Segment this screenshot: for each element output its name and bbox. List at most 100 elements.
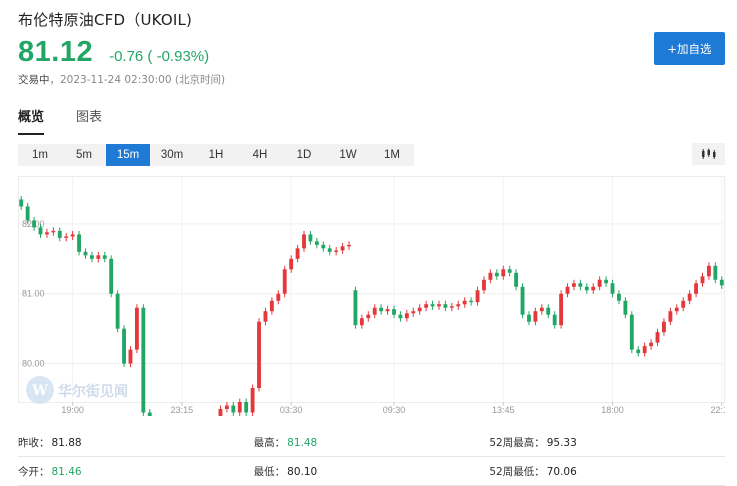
candle (501, 269, 506, 277)
candle (494, 272, 499, 277)
stat-high: 最高： 81.48 (253, 436, 318, 449)
candle (57, 230, 62, 238)
price-chart[interactable]: 82.0081.0080.0079.0019:0023:1503:3009:30… (18, 176, 733, 444)
tab-overview[interactable]: 概览 (18, 106, 45, 135)
range-15m[interactable]: 15m (106, 144, 150, 166)
candle (96, 255, 101, 259)
tab-chart[interactable]: 图表 (76, 106, 102, 135)
candle (482, 279, 486, 291)
range-4h[interactable]: 4H (238, 144, 282, 166)
x-tick-label: 22:15 (711, 405, 725, 415)
stat-low: 最低： 80.10 (253, 465, 318, 478)
candle (488, 272, 493, 280)
candle (224, 405, 229, 409)
range-1w[interactable]: 1W (326, 144, 370, 166)
candle (655, 332, 660, 343)
page-title: 布伦特原油CFD（UKOIL) (18, 11, 193, 29)
range-5m[interactable]: 5m (62, 144, 106, 166)
watermark-letter: W (31, 383, 48, 399)
view-tabs: 概览 图表 (18, 106, 134, 135)
candle (597, 279, 602, 287)
candle (276, 293, 281, 301)
candle (237, 402, 242, 413)
candle (443, 304, 448, 308)
candle (411, 311, 416, 314)
candle (44, 232, 49, 235)
candle (507, 269, 512, 273)
x-tick-label: 18:00 (601, 405, 624, 415)
y-tick-label: 81.00 (22, 289, 45, 299)
candlestick-icon (701, 148, 715, 159)
add-to-watchlist-button[interactable]: +加自选 (654, 32, 725, 65)
x-tick-label: 19:00 (61, 405, 84, 415)
candle (231, 405, 236, 413)
quote-timestamp: ，2023-11-24 02:30:00 (北京时间) (49, 74, 226, 86)
candle (38, 227, 43, 235)
candle (674, 307, 679, 312)
candle (122, 328, 126, 364)
candle (51, 230, 56, 233)
candle (559, 293, 564, 326)
candle (359, 318, 364, 326)
candle (19, 199, 24, 207)
candle (89, 255, 94, 259)
candle (347, 244, 351, 247)
range-1h[interactable]: 1H (194, 144, 238, 166)
candle (707, 265, 711, 277)
candle (610, 283, 615, 294)
range-1mo[interactable]: 1M (370, 144, 414, 166)
candle (687, 293, 692, 301)
candle (269, 300, 274, 312)
candle (257, 321, 261, 389)
candle (527, 314, 531, 322)
candle (475, 290, 480, 303)
candle (533, 311, 538, 322)
candle (449, 306, 454, 308)
candle (469, 300, 474, 303)
candle (327, 248, 332, 252)
x-tick-label: 09:30 (383, 405, 406, 415)
x-tick-label: 13:45 (492, 405, 515, 415)
candle (141, 307, 146, 413)
candle (77, 234, 81, 252)
candle (115, 293, 120, 329)
candle (379, 307, 384, 312)
candle (572, 283, 576, 287)
candle (385, 309, 390, 312)
candle (314, 241, 319, 245)
candle (552, 314, 557, 326)
candle (462, 300, 467, 305)
candle (289, 258, 294, 270)
candle (372, 307, 377, 315)
candle (584, 286, 589, 291)
timeframe-selector: 1m 5m 15m 30m 1H 4H 1D 1W 1M (18, 144, 414, 166)
quote-row: 81.12 -0.76 ( -0.93%) (18, 36, 209, 69)
candle (295, 248, 300, 259)
candle (565, 286, 570, 294)
candle (417, 307, 422, 312)
range-1d[interactable]: 1D (282, 144, 326, 166)
candle (353, 290, 358, 326)
current-price: 81.12 (18, 36, 94, 68)
market-state: 交易中 (18, 74, 50, 86)
candle (604, 279, 609, 284)
candle (334, 250, 339, 252)
candle (308, 234, 313, 242)
price-change: -0.76 ( -0.93%) (109, 48, 210, 65)
range-30m[interactable]: 30m (150, 144, 194, 166)
stat-52w-high: 52周最高： 95.33 (489, 436, 577, 449)
stats-row: 昨收： 81.88 最高： 81.48 52周最高： 95.33 (18, 428, 725, 457)
candle (430, 304, 435, 307)
candle (366, 314, 371, 319)
stat-52w-low: 52周最低： 70.06 (489, 465, 577, 478)
candlestick-chart: 82.0081.0080.0079.0019:0023:1503:3009:30… (18, 176, 733, 444)
candle (514, 272, 519, 287)
candle (700, 276, 705, 284)
chart-type-toggle[interactable] (692, 143, 725, 165)
candle (109, 258, 114, 294)
candle (437, 304, 441, 307)
candle (128, 349, 133, 364)
candle (250, 388, 255, 413)
candle (392, 309, 396, 315)
range-1m[interactable]: 1m (18, 144, 62, 166)
